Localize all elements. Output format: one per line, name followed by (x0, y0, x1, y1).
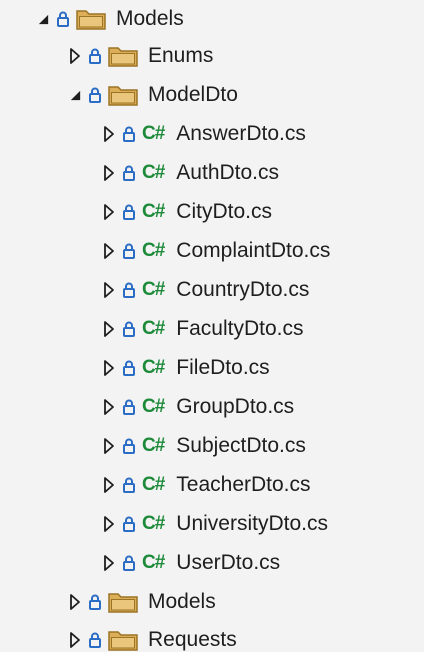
tree-node-label: AuthDto.cs (176, 161, 280, 184)
collapsed-triangle-icon[interactable] (102, 281, 116, 299)
tree-node-file[interactable]: C# AuthDto.cs (0, 154, 424, 192)
tree-node-label: Models (148, 590, 216, 613)
csharp-file-icon: C# (142, 474, 165, 495)
lock-icon (88, 48, 102, 64)
tree-node-file[interactable]: C# ComplaintDto.cs (0, 232, 424, 270)
collapsed-triangle-icon[interactable] (102, 437, 116, 455)
tree-node-file[interactable]: C# GroupDto.cs (0, 388, 424, 426)
lock-icon (122, 477, 136, 493)
expanded-triangle-icon[interactable] (36, 10, 50, 28)
lock-icon (122, 204, 136, 220)
tree-node-file[interactable]: C# UserDto.cs (0, 544, 424, 582)
csharp-file-icon: C# (142, 513, 165, 534)
collapsed-triangle-icon[interactable] (102, 242, 116, 260)
lock-icon (122, 360, 136, 376)
lock-icon (88, 632, 102, 648)
tree-node-label: UniversityDto.cs (176, 512, 328, 535)
collapsed-triangle-icon[interactable] (68, 631, 82, 649)
csharp-file-icon: C# (142, 279, 165, 300)
collapsed-triangle-icon[interactable] (102, 476, 116, 494)
folder-icon (108, 84, 138, 106)
tree-node-file[interactable]: C# UniversityDto.cs (0, 505, 424, 543)
folder-icon (108, 629, 138, 651)
lock-icon (122, 126, 136, 142)
tree-node-file[interactable]: C# AnswerDto.cs (0, 115, 424, 153)
collapsed-triangle-icon[interactable] (102, 125, 116, 143)
tree-node-label: CityDto.cs (176, 200, 272, 223)
csharp-file-icon: C# (142, 357, 165, 378)
lock-icon (122, 555, 136, 571)
tree-node-label: TeacherDto.cs (176, 473, 311, 496)
csharp-file-icon: C# (142, 552, 165, 573)
lock-icon (122, 243, 136, 259)
csharp-file-icon: C# (142, 162, 165, 183)
tree-node-requests[interactable]: Requests (0, 621, 424, 659)
tree-node-label: FacultyDto.cs (176, 317, 304, 340)
tree-node-label: CountryDto.cs (176, 278, 310, 301)
collapsed-triangle-icon[interactable] (102, 320, 116, 338)
tree-node-models[interactable]: Models (0, 583, 424, 621)
expanded-triangle-icon[interactable] (68, 86, 82, 104)
tree-node-modeldto[interactable]: ModelDto (0, 76, 424, 114)
tree-node-label: ComplaintDto.cs (176, 239, 331, 262)
collapsed-triangle-icon[interactable] (68, 47, 82, 65)
folder-icon (108, 591, 138, 613)
folder-icon (108, 45, 138, 67)
lock-icon (122, 399, 136, 415)
lock-icon (122, 165, 136, 181)
lock-icon (122, 516, 136, 532)
lock-icon (88, 87, 102, 103)
collapsed-triangle-icon[interactable] (102, 398, 116, 416)
tree-node-file[interactable]: C# FacultyDto.cs (0, 310, 424, 348)
csharp-file-icon: C# (142, 318, 165, 339)
tree-node-models-root[interactable]: Models (0, 0, 424, 38)
tree-node-file[interactable]: C# CityDto.cs (0, 193, 424, 231)
folder-icon (76, 8, 106, 30)
collapsed-triangle-icon[interactable] (102, 203, 116, 221)
tree-node-label: Models (116, 7, 184, 30)
tree-node-label: Requests (148, 628, 237, 651)
tree-node-file[interactable]: C# TeacherDto.cs (0, 466, 424, 504)
collapsed-triangle-icon[interactable] (102, 164, 116, 182)
csharp-file-icon: C# (142, 240, 165, 261)
lock-icon (122, 321, 136, 337)
tree-node-enums[interactable]: Enums (0, 37, 424, 75)
tree-node-label: AnswerDto.cs (176, 122, 306, 145)
tree-node-label: SubjectDto.cs (176, 434, 306, 457)
tree-node-file[interactable]: C# SubjectDto.cs (0, 427, 424, 465)
lock-icon (56, 11, 70, 27)
tree-node-label: GroupDto.cs (176, 395, 295, 418)
collapsed-triangle-icon[interactable] (102, 554, 116, 572)
csharp-file-icon: C# (142, 396, 165, 417)
csharp-file-icon: C# (142, 123, 165, 144)
solution-explorer-tree: Models Enums ModelDto C# AnswerDto.cs C#… (0, 0, 424, 652)
csharp-file-icon: C# (142, 201, 165, 222)
lock-icon (88, 594, 102, 610)
lock-icon (122, 282, 136, 298)
collapsed-triangle-icon[interactable] (102, 515, 116, 533)
tree-node-label: UserDto.cs (176, 551, 281, 574)
lock-icon (122, 438, 136, 454)
collapsed-triangle-icon[interactable] (68, 593, 82, 611)
tree-node-label: FileDto.cs (176, 356, 270, 379)
tree-node-label: Enums (148, 44, 214, 67)
collapsed-triangle-icon[interactable] (102, 359, 116, 377)
tree-node-label: ModelDto (148, 83, 238, 106)
csharp-file-icon: C# (142, 435, 165, 456)
tree-node-file[interactable]: C# FileDto.cs (0, 349, 424, 387)
tree-node-file[interactable]: C# CountryDto.cs (0, 271, 424, 309)
